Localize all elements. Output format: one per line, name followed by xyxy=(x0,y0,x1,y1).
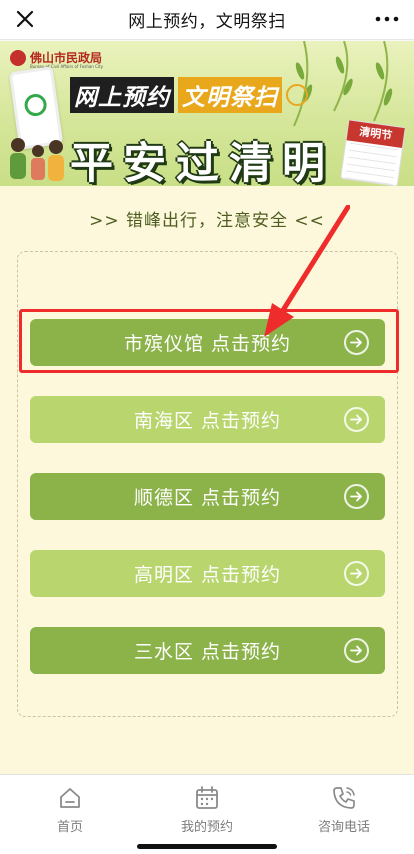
banner: 佛山市民政局 Bureau of Civil Affairs of Foshan… xyxy=(0,41,414,186)
arrow-right-circle-icon xyxy=(344,407,369,432)
nav-item-label: 咨询电话 xyxy=(317,820,370,835)
emblem-icon xyxy=(10,49,26,66)
check-circle-icon xyxy=(23,92,49,118)
book-sanshui-button[interactable]: 三水区 点击预约 xyxy=(30,627,385,674)
bureau-logo: 佛山市民政局 Bureau of Civil Affairs of Foshan… xyxy=(10,49,103,69)
book-nanhai-button[interactable]: 南海区 点击预约 xyxy=(30,396,385,443)
annotation-arrow-icon xyxy=(264,205,350,337)
tagline: >> 错峰出行，注意安全 << xyxy=(89,211,325,231)
button-label: 高明区 点击预约 xyxy=(133,564,282,586)
title-bar: 网上预约，文明祭扫 xyxy=(0,0,414,40)
main-content: 佛山市民政局 Bureau of Civil Affairs of Foshan… xyxy=(0,41,414,774)
close-icon[interactable] xyxy=(12,6,38,32)
button-label: 顺德区 点击预约 xyxy=(133,487,282,509)
arrow-right-circle-icon xyxy=(344,638,369,663)
nav-item-my-bookings[interactable]: 我的预约 xyxy=(157,785,257,835)
arrow-right-circle-icon xyxy=(344,561,369,586)
slogan: 平安过清明 xyxy=(70,139,335,186)
calendar-grid xyxy=(345,142,398,186)
arrow-right-circle-icon xyxy=(344,484,369,509)
calendar-icon xyxy=(196,786,218,809)
headline-civil-tomb-sweeping: 文明祭扫 xyxy=(178,77,282,113)
home-indicator[interactable] xyxy=(137,844,277,849)
more-dots-icon[interactable] xyxy=(374,12,400,26)
nav-item-label: 首页 xyxy=(56,820,83,835)
calendar-illustration: 清明节 xyxy=(340,119,406,186)
check-icon xyxy=(286,84,308,106)
button-label: 南海区 点击预约 xyxy=(133,410,282,432)
nav-item-home[interactable]: 首页 xyxy=(20,785,120,835)
headline-online-booking: 网上预约 xyxy=(70,77,174,113)
button-label: 三水区 点击预约 xyxy=(133,641,282,663)
page-title: 网上预约，文明祭扫 xyxy=(128,12,286,32)
family-illustration xyxy=(10,138,64,181)
nav-item-hotline[interactable]: 咨询电话 xyxy=(294,785,394,835)
headline-row: 网上预约 文明祭扫 xyxy=(70,77,320,113)
book-shunde-button[interactable]: 顺德区 点击预约 xyxy=(30,473,385,520)
home-icon xyxy=(60,788,80,808)
phone-icon xyxy=(333,787,355,809)
nav-item-label: 我的预约 xyxy=(180,820,233,835)
book-gaoming-button[interactable]: 高明区 点击预约 xyxy=(30,550,385,597)
bottom-nav: 首页 我的预约 咨询电话 xyxy=(0,774,414,854)
